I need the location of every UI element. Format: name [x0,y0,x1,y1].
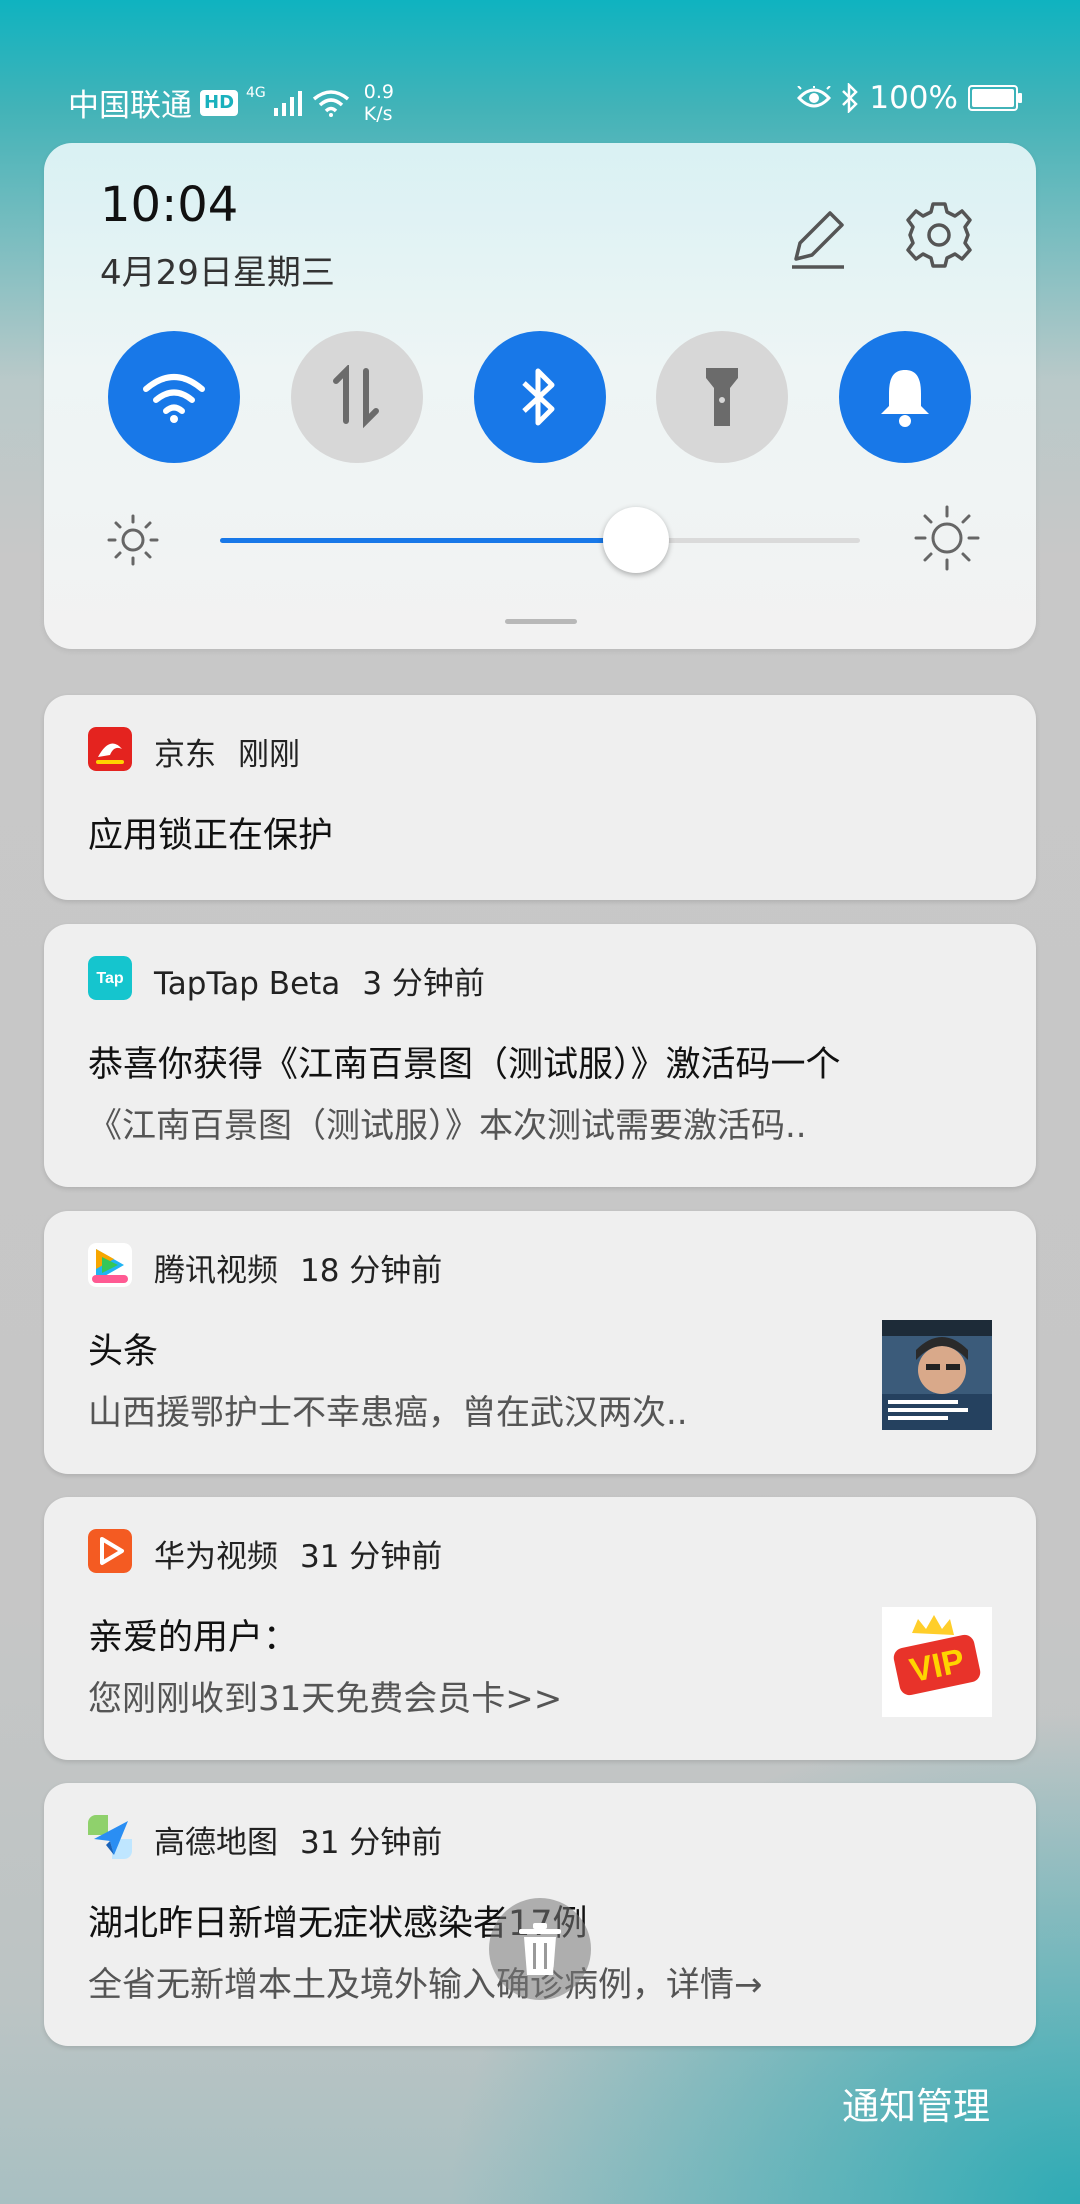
network-speed-unit: K/s [363,102,393,125]
notification-app-name: 华为视频 [154,1539,278,1575]
huawei-video-app-icon [88,1529,132,1573]
trash-icon [519,1923,561,1975]
status-left: 中国联通 HD 4G 0.9 K/s [68,80,394,125]
svg-text:Tap: Tap [96,970,123,987]
notification-time: 31 分钟前 [300,1539,443,1575]
battery-percent: 100% [869,80,958,116]
hd-voice-icon: HD [200,89,239,116]
notification-manage-link[interactable]: 通知管理 [842,2076,990,2130]
notification-header: TapTap Beta 3 分钟前 [154,958,485,1003]
notification-header: 腾讯视频 18 分钟前 [154,1245,442,1290]
jd-app-icon [88,727,132,771]
network-type-label: 4G [246,84,266,101]
notification-title: 恭喜你获得《江南百景图（测试服）》激活码一个 [88,1045,841,1085]
notification-app-name: 高德地图 [154,1825,278,1861]
network-speed: 0.9 K/s [364,81,394,125]
notification-time: 31 分钟前 [300,1825,443,1861]
mobile-data-toggle[interactable] [291,331,423,463]
edit-icon[interactable] [782,203,854,275]
notification-header: 京东 刚刚 [154,729,300,774]
network-speed-value: 0.9 [363,80,394,103]
wifi-status-icon [312,89,349,117]
notification-card[interactable]: 华为视频 31 分钟前 亲爱的用户： 您刚刚收到31天免费会员卡>> VIP [44,1497,1036,1760]
news-thumbnail-image [882,1320,992,1430]
notification-body: 全省无新增本土及境外输入确诊病例，详情→ [88,1965,763,2005]
signal-icon [273,90,302,116]
notification-time: 刚刚 [238,737,300,773]
clear-all-button[interactable] [489,1898,591,2000]
battery-icon [968,85,1022,111]
notification-body: 山西援鄂护士不幸患癌，曾在武汉两次.. [88,1393,688,1433]
panel-expand-handle[interactable] [505,619,577,624]
notification-time: 3 分钟前 [362,966,485,1002]
bell-icon [881,370,929,427]
mobile-data-icon [333,365,379,429]
notification-body: 您刚刚收到31天免费会员卡>> [88,1679,563,1719]
notification-title: 亲爱的用户： [88,1618,299,1658]
bluetooth-icon [522,368,555,426]
status-right: 100% [797,80,1022,116]
notification-header: 华为视频 31 分钟前 [154,1531,442,1576]
notification-app-name: TapTap Beta [154,966,341,1002]
notification-card[interactable]: Tap TapTap Beta 3 分钟前 恭喜你获得《江南百景图（测试服）》激活… [44,924,1036,1187]
taptap-app-icon: Tap [88,956,132,1000]
carrier-name: 中国联通 [68,88,192,124]
vip-thumbnail-image: VIP [882,1607,992,1717]
bluetooth-toggle[interactable] [474,331,606,463]
clock-time[interactable]: 10:04 [100,177,238,233]
brightness-slider-thumb[interactable] [603,507,669,573]
quick-settings-panel: 10:04 4月29日星期三 [44,143,1036,649]
notification-card[interactable]: 腾讯视频 18 分钟前 头条 山西援鄂护士不幸患癌，曾在武汉两次.. [44,1211,1036,1474]
settings-gear-icon[interactable] [902,198,976,272]
brightness-slider[interactable] [220,507,860,573]
clock-date[interactable]: 4月29日星期三 [100,245,335,294]
notification-card[interactable]: 京东 刚刚 应用锁正在保护 [44,695,1036,900]
eye-comfort-icon [797,86,832,108]
notification-header: 高德地图 31 分钟前 [154,1817,442,1862]
sound-toggle[interactable] [839,331,971,463]
bluetooth-status-icon [842,83,859,113]
notification-title: 应用锁正在保护 [88,816,334,856]
wifi-toggle[interactable] [108,331,240,463]
status-bar: 中国联通 HD 4G 0.9 K/s 100% [0,0,1080,140]
amap-app-icon [88,1815,132,1859]
brightness-high-icon [914,505,980,571]
notification-title: 头条 [88,1332,159,1372]
wifi-icon [143,374,205,423]
notification-body: 《江南百景图（测试服）》本次测试需要激活码.. [88,1106,807,1146]
tencent-video-app-icon [88,1243,132,1287]
notification-time: 18 分钟前 [300,1253,443,1289]
notification-app-name: 京东 [154,737,216,773]
brightness-slider-fill [220,538,636,543]
flashlight-icon [706,368,738,426]
brightness-low-icon [107,514,159,566]
notification-app-name: 腾讯视频 [154,1253,278,1289]
flashlight-toggle[interactable] [656,331,788,463]
